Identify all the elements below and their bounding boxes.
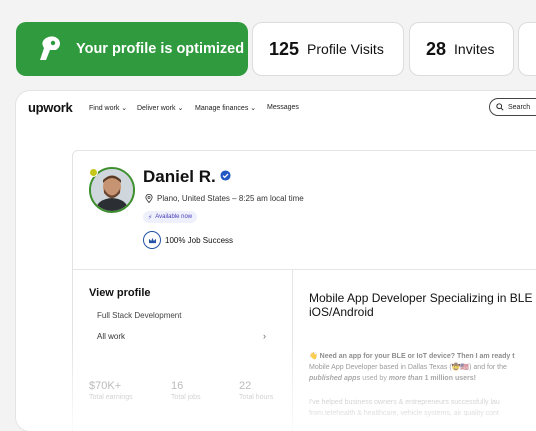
nav-manage-finances[interactable]: Manage finances ⌄: [195, 104, 256, 112]
profile-card: Daniel R. Plano, United States – 8:25 am…: [72, 150, 536, 431]
total-earnings-label: Total earnings: [89, 394, 133, 401]
total-jobs-value: 16: [171, 380, 184, 392]
optimized-text: Your profile is optimized: [76, 41, 245, 57]
profile-optimized-banner: Your profile is optimized: [16, 22, 248, 76]
upwork-logo[interactable]: upwork: [28, 100, 73, 115]
bio-line: Mobile App Developer based in Dallas Tex…: [309, 364, 507, 371]
total-hours-label: Total hours: [239, 394, 274, 401]
bio-published-apps: published apps: [309, 375, 361, 382]
profile-bio: 👋 Need an app for your BLE or IoT device…: [309, 351, 536, 384]
chevron-right-icon[interactable]: ›: [263, 331, 266, 341]
section-divider: [73, 269, 536, 270]
bio-used-by: used by: [362, 375, 387, 382]
hand-emoji-icon: 👋: [309, 353, 318, 360]
bio-line: published apps used by more than 1 milli…: [309, 373, 536, 384]
bio-more-than: more than: [388, 375, 423, 382]
specialty-link[interactable]: Full Stack Development: [97, 311, 181, 320]
nav-manage-finances-label: Manage finances: [195, 105, 249, 112]
visits-count: 125: [269, 38, 300, 59]
profile-bio-continued: I've helped business owners & entreprene…: [309, 397, 536, 419]
search-icon: [496, 103, 504, 111]
job-success-badge: 100% Job Success: [143, 231, 233, 249]
profile-headline: Mobile App Developer Specializing in BLE…: [309, 291, 533, 319]
chevron-down-icon: ⌄: [177, 105, 184, 112]
profile-name: Daniel R.: [143, 167, 216, 186]
profile-location: Plano, United States – 8:25 am local tim…: [145, 194, 304, 203]
bio-million: 1 million: [424, 375, 453, 382]
brand-logo-icon: [40, 36, 60, 60]
chevron-down-icon: ⌄: [250, 105, 257, 112]
search-placeholder: Search: [508, 103, 531, 111]
location-text: Plano, United States – 8:25 am local tim…: [157, 194, 304, 203]
invites-pill: 28 Invites: [409, 22, 514, 76]
total-jobs-label: Total jobs: [171, 394, 201, 401]
bio-line: 👋 Need an app for your BLE or IoT device…: [309, 351, 536, 362]
view-profile-heading: View profile: [89, 287, 151, 299]
nav-find-work-label: Find work: [89, 105, 120, 112]
extra-stat-pill: [518, 22, 536, 76]
online-status-dot: [89, 168, 98, 177]
bio2-line: I've helped business owners & entreprene…: [309, 399, 500, 406]
lightning-icon: ⚡: [148, 214, 153, 221]
bio2-line: from telehealth & healthcare, vehicle sy…: [309, 410, 499, 417]
all-work-link[interactable]: All work: [97, 332, 125, 341]
nav-deliver-work-label: Deliver work: [137, 105, 176, 112]
availability-text: Available now: [155, 214, 193, 220]
total-earnings-value: $70K+: [89, 380, 122, 392]
total-hours-value: 22: [239, 380, 252, 392]
profile-visits-pill: 125 Profile Visits: [252, 22, 404, 76]
location-pin-icon: [145, 194, 153, 203]
bio-intro: Need an app for your BLE or IoT device? …: [319, 353, 515, 360]
search-input[interactable]: Search: [489, 98, 536, 116]
top-nav: upwork Find work ⌄ Deliver work ⌄ Manage…: [16, 91, 536, 125]
bio-users: users!: [454, 375, 476, 382]
chevron-down-icon: ⌄: [121, 105, 128, 112]
bio-location: Mobile App Developer based in Dallas Tex…: [309, 364, 448, 371]
upwork-window: upwork Find work ⌄ Deliver work ⌄ Manage…: [16, 91, 536, 431]
flag-emoji-icon: 🤠🇺🇸: [451, 364, 470, 371]
crown-icon: [143, 231, 161, 249]
avatar-photo: [91, 169, 133, 211]
invites-count: 28: [426, 38, 447, 59]
invites-label: Invites: [454, 41, 495, 57]
column-divider: [292, 269, 293, 431]
nav-find-work[interactable]: Find work ⌄: [89, 104, 127, 112]
visits-label: Profile Visits: [307, 41, 384, 57]
availability-badge: ⚡ Available now: [143, 211, 198, 223]
nav-messages[interactable]: Messages: [267, 104, 299, 111]
bio-continuation: and for the: [473, 364, 507, 371]
nav-deliver-work[interactable]: Deliver work ⌄: [137, 104, 183, 112]
verified-badge-icon: [220, 170, 231, 181]
job-success-text: 100% Job Success: [165, 235, 234, 245]
